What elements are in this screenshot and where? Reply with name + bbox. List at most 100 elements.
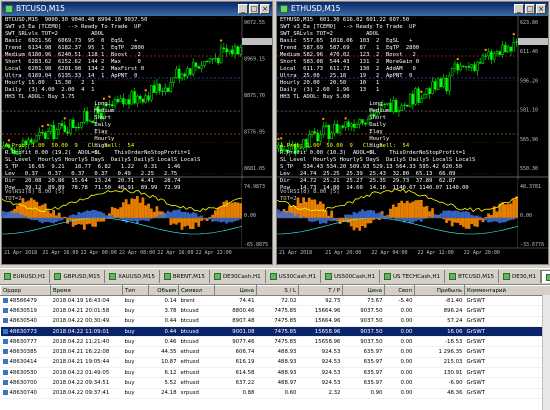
panel-line: Ultra 6189.04 6135.33 14 1 ApPNT 0 [5, 73, 138, 79]
candle-body [420, 98, 423, 103]
table-cell: 0.46 [148, 336, 179, 348]
histogram-bar-blue [133, 218, 136, 222]
histogram-bar-orange [135, 196, 139, 218]
price-tick-label: 8969.15 [244, 57, 265, 63]
histogram-bar-orange [200, 218, 203, 221]
histogram-bar-orange [403, 203, 406, 218]
column-header[interactable]: Время [50, 285, 123, 296]
table-cell: ethusd [178, 367, 215, 379]
chart-window-btcusd[interactable]: BTCUSD,M15 _ □ × 9072.55 8969.15 8875.70 8776… [1, 1, 273, 265]
chart-titlebar[interactable]: ETHUSD,M15 _ □ × [277, 2, 548, 16]
tab-xauusd-m15[interactable]: XAUUSD,M15 [105, 270, 160, 283]
panel-line: Elay [280, 129, 383, 135]
chart-titlebar[interactable]: BTCUSD,M15 _ □ × [2, 2, 272, 16]
column-header[interactable]: Комментарий [464, 285, 550, 296]
column-header[interactable]: Символ [178, 285, 215, 296]
price-tick-label: 623.80 [520, 20, 538, 26]
column-header[interactable]: Своп [384, 285, 415, 296]
histogram-bar-blue [43, 218, 47, 223]
tab-us500cash-h1[interactable]: US500Cash,H1 [321, 270, 381, 283]
histogram-bar-blue [417, 218, 420, 221]
table-row[interactable]: 48630530 2018.04.22 01:49:05 buy 6.12 ethusd… [0, 367, 550, 379]
table-cell: xrpusd [178, 388, 215, 399]
close-button[interactable]: × [260, 4, 270, 14]
table-row[interactable]: 48586479 2018.04.19 16:43:04 buy 0.14 brent 7… [0, 295, 550, 307]
tab-us-techcash-h1[interactable]: US TECHCash,H1 [380, 270, 446, 283]
table-cell: 130.91 [414, 367, 465, 379]
maximize-button[interactable]: □ [249, 4, 259, 14]
minimize-button[interactable]: _ [238, 4, 248, 14]
histogram-bar-blue [225, 218, 229, 224]
column-header[interactable]: Объем [148, 285, 179, 296]
chart-area[interactable]: 623.80 611.40 596.20 581.10 565.90 550.30 48.3… [277, 16, 548, 264]
maximize-button[interactable]: □ [525, 4, 535, 14]
table-cell: buy [122, 346, 149, 358]
histogram-bar-orange [122, 202, 125, 218]
tab-ethusd-m15[interactable]: ETHUSD,M15 [541, 270, 550, 283]
table-cell: 9001.08 [214, 326, 257, 338]
order-icon [2, 380, 8, 386]
candle-body [470, 64, 473, 68]
tab-us30cash-h1[interactable]: US30Cash,H1 [266, 270, 322, 283]
candle-body [158, 83, 161, 92]
column-header[interactable]: Цена [214, 285, 257, 296]
candle-body [189, 68, 192, 75]
histogram-bar-blue [316, 218, 320, 221]
table-row[interactable]: 48630414 2018.04.21 19:05:44 buy 10.87 ethus… [0, 357, 550, 369]
histogram-bar-orange [313, 199, 317, 218]
chart-tab-icon [502, 273, 510, 280]
tab-de30-h1[interactable]: DE30,H1 [499, 270, 542, 283]
column-header[interactable]: Прибыль [414, 285, 465, 296]
histogram-bar-orange [127, 204, 131, 218]
sub-tick-label: -65.8875 [244, 242, 268, 248]
candle-body [428, 88, 431, 94]
table-cell: buy [122, 377, 149, 389]
candle-body [194, 62, 198, 67]
table-row[interactable]: 48630540 2018.04.22 00:30:49 buy 0.44 btcusd… [0, 316, 550, 327]
histogram-bar-blue [200, 215, 203, 218]
table-cell: GrSWT [464, 316, 550, 327]
histogram-bar-orange [299, 203, 303, 218]
table-cell: buy [122, 367, 149, 379]
histogram-bar-orange [405, 200, 409, 218]
table-row[interactable]: 48630700 2018.04.22 09:34:51 buy 5.52 ethusd… [0, 377, 550, 389]
tab-eurusd-h1[interactable]: EURUSD,H1 [0, 270, 51, 283]
vertical-scrollbar[interactable] [542, 295, 550, 410]
table-row[interactable]: 48630773 2018.04.22 11:09:01 buy 0.44 btcusd… [0, 326, 550, 338]
histogram-bar-orange [366, 218, 370, 224]
table-cell: 6.12 [148, 367, 179, 379]
table-cell: 488.93 [256, 367, 299, 379]
table-cell: GrSWT [464, 367, 550, 379]
tab-brent-m15[interactable]: BRENT,M15 [160, 270, 210, 283]
chart-window-ethusd[interactable]: ETHUSD,M15 _ □ × 623.80 611.40 596.20 581.10 5… [276, 1, 549, 265]
histogram-bar-orange [324, 210, 328, 218]
histogram-bar-orange [397, 202, 401, 218]
histogram-bar-blue [324, 218, 328, 224]
close-button[interactable]: × [536, 4, 546, 14]
column-header[interactable]: Тип [122, 285, 149, 296]
histogram-bar-blue [363, 211, 367, 218]
histogram-bar-orange [445, 218, 448, 223]
table-row[interactable]: 48630777 2018.04.22 11:21:40 buy 0.46 btcusd… [0, 336, 550, 348]
date-tick-label: 22 Apr 00:00 [81, 250, 117, 256]
column-header[interactable]: T / P [298, 285, 343, 296]
chart-area[interactable]: 9072.55 8969.15 8875.70 8776.95 8681.05 74.98… [2, 16, 272, 264]
histogram-bar-orange [138, 202, 142, 218]
column-header[interactable]: S / L [256, 285, 299, 296]
column-header[interactable]: Ордер [0, 285, 51, 296]
candle-body [197, 66, 200, 69]
histogram-bar-blue [102, 213, 106, 218]
histogram-bar-blue [377, 212, 381, 218]
histogram-bar-orange [133, 198, 136, 218]
tab-gbpusd-m15[interactable]: GBPUSD,M15 [50, 270, 106, 283]
table-row[interactable]: 48630519 2018.04.21 20:01:58 buy 3.78 btcusd… [0, 305, 550, 317]
histogram-bar-blue [80, 212, 83, 218]
minimize-button[interactable]: _ [514, 4, 524, 14]
histogram-bar-blue [4, 211, 8, 218]
table-cell: 635.97 [342, 346, 385, 358]
tab-btcusd-m15[interactable]: BTCUSD,M15 [445, 270, 499, 283]
tab-de30cash-h1[interactable]: DE30Cash,H1 [210, 270, 266, 283]
table-row[interactable]: 48630385 2018.04.21 16:22:08 buy 44.35 ethus… [0, 346, 550, 358]
column-header[interactable]: Цена [342, 285, 385, 296]
table-row[interactable]: 48630740 2018.04.22 09:37:41 buy 24.18 xrpus… [0, 388, 550, 399]
